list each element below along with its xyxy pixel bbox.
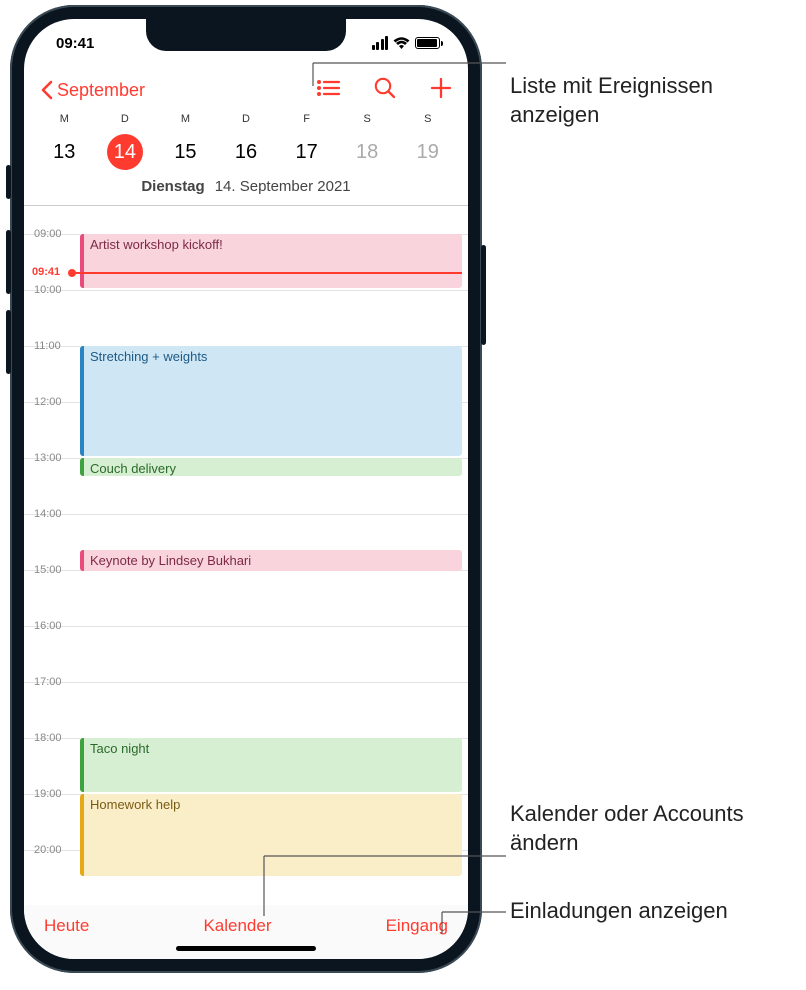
day-column: F 17: [276, 113, 337, 170]
date-header: Dienstag 14. September 2021: [24, 170, 468, 205]
weekday-label: M: [155, 113, 216, 125]
event[interactable]: Couch delivery: [80, 458, 462, 476]
day-column: M 13: [34, 113, 95, 170]
hour-label: 11:00: [34, 340, 61, 352]
now-indicator: [72, 272, 462, 274]
chevron-left-icon: [40, 80, 54, 100]
day-number[interactable]: 19: [410, 134, 446, 170]
volume-up-button: [6, 230, 11, 294]
hour-label: 10:00: [34, 284, 62, 296]
date-dow: Dienstag: [141, 178, 204, 195]
day-number[interactable]: 13: [46, 134, 82, 170]
day-number[interactable]: 14: [107, 134, 143, 170]
status-right: [372, 36, 441, 50]
event[interactable]: Keynote by Lindsey Bukhari: [80, 550, 462, 570]
hour-label: 18:00: [34, 732, 62, 744]
weekday-label: D: [216, 113, 277, 125]
hour-line: [24, 626, 468, 627]
today-button[interactable]: Heute: [44, 916, 89, 936]
list-icon: [316, 79, 340, 97]
status-time: 09:41: [56, 35, 94, 52]
hour-line: [24, 290, 468, 291]
hour-label: 20:00: [34, 844, 62, 856]
day-column: D 16: [216, 113, 277, 170]
callout-list: Liste mit Ereignissen anzeigen: [510, 72, 806, 129]
weekday-label: S: [397, 113, 458, 125]
day-number[interactable]: 17: [289, 134, 325, 170]
search-icon: [374, 77, 396, 99]
hour-label: 09:00: [34, 228, 62, 240]
day-column: S 19: [397, 113, 458, 170]
calendars-button[interactable]: Kalender: [203, 916, 271, 936]
day-number[interactable]: 16: [228, 134, 264, 170]
hour-label: 12:00: [34, 396, 62, 408]
week-strip: M 13 D 14 M 15 D 16 F 17 S 18 S 19: [24, 113, 468, 170]
event[interactable]: Taco night: [80, 738, 462, 792]
back-button[interactable]: September: [40, 80, 145, 101]
day-number[interactable]: 15: [167, 134, 203, 170]
day-column: S 18: [337, 113, 398, 170]
phone-frame: 09:41 September: [10, 5, 482, 973]
weekday-label: M: [34, 113, 95, 125]
wifi-icon: [393, 37, 410, 50]
hour-line: [24, 682, 468, 683]
day-number[interactable]: 18: [349, 134, 385, 170]
list-view-button[interactable]: [316, 79, 340, 102]
timeline[interactable]: 09:00 10:00 11:00 12:00 13:00 14:00 15:00 16:00…: [24, 205, 468, 915]
hour-label: 16:00: [34, 620, 62, 632]
back-label: September: [57, 80, 145, 101]
inbox-button[interactable]: Eingang: [386, 916, 448, 936]
battery-icon: [415, 37, 440, 49]
event[interactable]: Homework help: [80, 794, 462, 876]
plus-icon: [430, 77, 452, 99]
home-indicator[interactable]: [176, 946, 316, 951]
power-button: [481, 245, 486, 345]
event[interactable]: Artist workshop kickoff!: [80, 234, 462, 288]
hour-label: 19:00: [34, 788, 62, 800]
side-button: [6, 165, 11, 199]
day-column: M 15: [155, 113, 216, 170]
event[interactable]: Stretching + weights: [80, 346, 462, 456]
hour-label: 13:00: [34, 452, 62, 464]
volume-down-button: [6, 310, 11, 374]
day-column: D 14: [95, 113, 156, 170]
search-button[interactable]: [374, 77, 396, 104]
hour-label: 15:00: [34, 564, 62, 576]
weekday-label: S: [337, 113, 398, 125]
signal-icon: [372, 36, 389, 50]
nav-bar: September: [24, 67, 468, 113]
hour-label: 14:00: [34, 508, 62, 520]
date-full: 14. September 2021: [215, 178, 351, 195]
weekday-label: F: [276, 113, 337, 125]
callout-cals: Kalender oder Accounts ändern: [510, 800, 806, 857]
screen: 09:41 September: [24, 19, 468, 959]
hour-line: [24, 514, 468, 515]
hour-label: 17:00: [34, 676, 62, 688]
weekday-label: D: [95, 113, 156, 125]
callout-invites: Einladungen anzeigen: [510, 897, 728, 926]
notch: [146, 19, 346, 51]
add-button[interactable]: [430, 77, 452, 104]
now-label: 09:41: [32, 265, 60, 279]
